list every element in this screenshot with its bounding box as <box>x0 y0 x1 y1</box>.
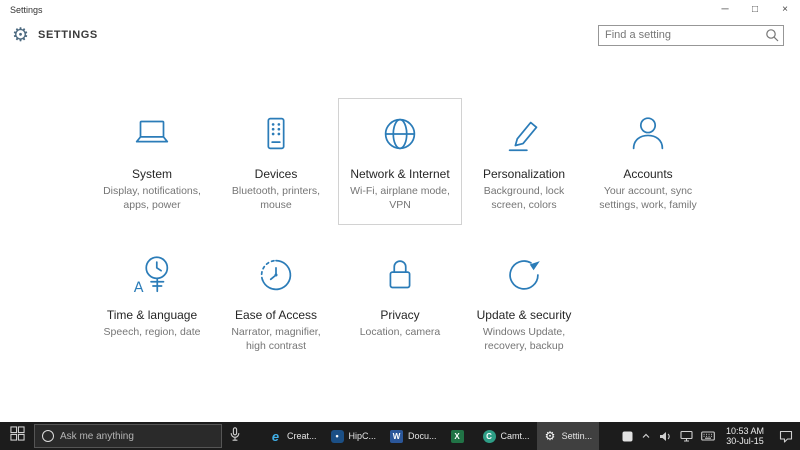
globe-icon <box>343 109 457 159</box>
tile-title: Ease of Access <box>234 308 318 323</box>
taskbar-apps: e Creat... • HipC... W Docu... X C Camt.… <box>262 422 600 450</box>
tile-desc: Bluetooth, printers, mouse <box>231 185 321 211</box>
tile-ease-of-access[interactable]: Ease of Access Narrator, magnifier, high… <box>214 239 338 366</box>
action-center-icon[interactable] <box>775 422 797 450</box>
edge-icon: e <box>271 428 280 444</box>
taskbar-app-word[interactable]: W Docu... <box>383 422 444 450</box>
clock-date: 30-Jul-15 <box>726 436 764 446</box>
clock-language-icon: A <box>95 250 209 300</box>
tile-title: System <box>131 167 172 181</box>
tray-app-icon[interactable] <box>622 422 633 450</box>
clock-time: 10:53 AM <box>725 425 764 436</box>
page-title: SETTINGS <box>38 29 98 41</box>
refresh-icon <box>467 250 581 300</box>
close-button[interactable]: × <box>770 0 800 19</box>
devices-icon <box>219 109 333 159</box>
taskbar-app-label: Settin... <box>561 431 593 441</box>
tile-title: Devices <box>254 167 298 181</box>
search-input[interactable] <box>599 29 761 41</box>
tile-title: Time & language <box>106 308 198 323</box>
taskbar-app-camtasia[interactable]: C Camt... <box>476 422 537 450</box>
network-icon[interactable] <box>680 422 693 450</box>
cortana-search-input[interactable] <box>60 430 214 442</box>
tile-update-security[interactable]: Update & security Windows Update, recove… <box>462 239 586 366</box>
taskbar-app-label: Creat... <box>287 431 317 441</box>
tile-personalization[interactable]: Personalization Background, lock screen,… <box>462 98 586 225</box>
word-icon: W <box>390 429 404 443</box>
tile-desc: Location, camera <box>359 326 441 339</box>
window-controls: ─ □ × <box>710 0 800 19</box>
tile-desc: Speech, region, date <box>103 326 201 339</box>
person-icon <box>591 109 705 159</box>
tile-desc: Windows Update, recovery, backup <box>482 326 566 352</box>
taskbar-app-excel[interactable]: X <box>444 422 476 450</box>
settings-header: ⚙ SETTINGS <box>0 20 800 50</box>
tile-network-internet[interactable]: Network & Internet Wi-Fi, airplane mode,… <box>338 98 462 226</box>
tile-title: Accounts <box>623 167 673 181</box>
tile-desc: Narrator, magnifier, high contrast <box>231 326 321 352</box>
ease-of-access-icon <box>219 250 333 300</box>
svg-text:A: A <box>134 281 144 297</box>
maximize-button[interactable]: □ <box>740 0 770 19</box>
volume-icon[interactable] <box>659 422 672 450</box>
tile-accounts[interactable]: Accounts Your account, sync settings, wo… <box>586 98 710 225</box>
tile-devices[interactable]: Devices Bluetooth, printers, mouse <box>214 98 338 225</box>
settings-categories-grid: System Display, notifications, apps, pow… <box>0 98 800 367</box>
chevron-up-icon[interactable] <box>641 422 651 450</box>
hipchat-icon: • <box>330 429 344 443</box>
taskbar-app-label: Camt... <box>500 431 530 441</box>
tile-title: Privacy <box>380 308 420 323</box>
tile-system[interactable]: System Display, notifications, apps, pow… <box>90 98 214 225</box>
search-icon[interactable] <box>761 28 783 42</box>
minimize-button[interactable]: ─ <box>710 0 740 19</box>
tile-desc: Display, notifications, apps, power <box>103 185 201 211</box>
laptop-icon <box>95 109 209 159</box>
windows-logo-icon <box>9 426 25 446</box>
cortana-searchbox[interactable] <box>34 424 222 448</box>
tile-title: Update & security <box>476 308 572 323</box>
tile-privacy[interactable]: Privacy Location, camera <box>338 239 462 366</box>
cortana-icon <box>42 430 54 442</box>
find-a-setting-searchbox[interactable] <box>598 24 784 46</box>
taskbar-clock[interactable]: 10:53 AM 30-Jul-15 <box>726 426 764 447</box>
microphone-button[interactable] <box>222 422 248 450</box>
tile-title: Personalization <box>482 167 566 181</box>
taskbar-app-label: HipC... <box>348 431 377 441</box>
taskbar-app-settings[interactable]: ⚙ Settin... <box>536 422 600 450</box>
start-button[interactable] <box>0 422 34 450</box>
gear-icon: ⚙ <box>12 24 30 46</box>
window-title: Settings <box>10 5 43 15</box>
taskbar-app-hipchat[interactable]: • HipC... <box>324 422 384 450</box>
tile-time-language[interactable]: A Time & language Speech, region, date <box>90 239 214 366</box>
microphone-icon <box>230 426 240 446</box>
settings-icon: ⚙ <box>544 429 556 443</box>
taskbar: e Creat... • HipC... W Docu... X C Camt.… <box>0 422 800 450</box>
pen-icon <box>467 109 581 159</box>
tile-desc: Background, lock screen, colors <box>483 185 565 211</box>
titlebar: Settings ─ □ × <box>0 0 800 20</box>
lock-icon <box>343 250 457 300</box>
keyboard-icon[interactable] <box>701 422 715 450</box>
tile-desc: Wi-Fi, airplane mode, VPN <box>350 185 450 211</box>
taskbar-app-label: Docu... <box>408 431 437 441</box>
system-tray: 10:53 AM 30-Jul-15 <box>622 422 800 450</box>
excel-icon: X <box>450 429 464 443</box>
tile-title: Network & Internet <box>350 167 450 181</box>
taskbar-app-edge[interactable]: e Creat... <box>262 422 324 450</box>
camtasia-icon: C <box>482 429 496 443</box>
tile-desc: Your account, sync settings, work, famil… <box>599 185 697 211</box>
